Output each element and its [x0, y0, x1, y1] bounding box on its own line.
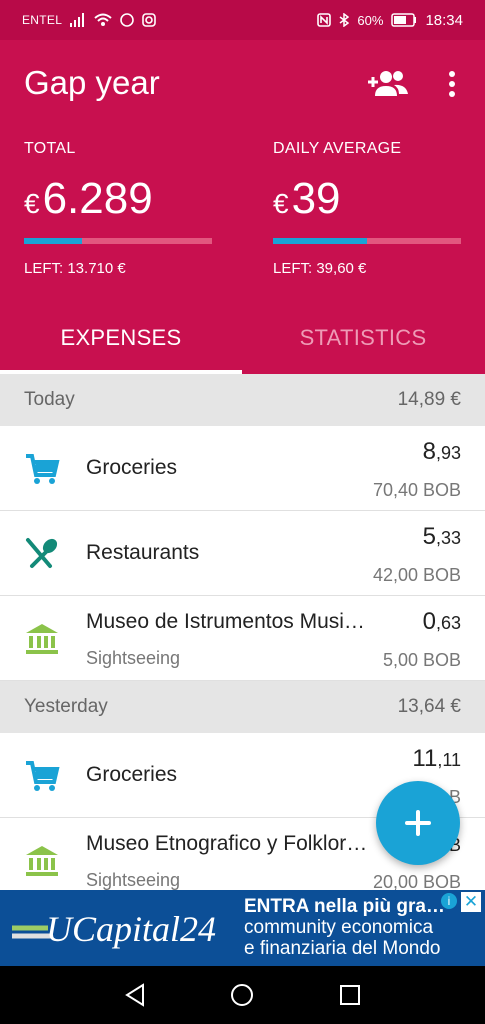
expense-row[interactable]: Restaurants 5,33 42,00 BOB: [0, 511, 485, 596]
plus-icon: [405, 810, 431, 836]
amount-cents: ,33: [435, 528, 461, 548]
daily-currency: €: [273, 188, 289, 219]
tab-statistics-label: STATISTICS: [299, 325, 427, 350]
ad-banner[interactable]: UCapital24 ENTRA nella più gra… communit…: [0, 890, 485, 966]
amount-int: 0: [422, 608, 436, 635]
total-left: LEFT: 13.710 €: [24, 260, 126, 277]
status-bar: ENTEL 60% 18:34: [0, 0, 485, 40]
daily-left: LEFT: 39,60 €: [273, 260, 367, 277]
instagram-icon: [142, 13, 156, 27]
expense-name: Museo de Istrumentos Musi…: [86, 610, 365, 633]
cart-icon: [26, 761, 60, 791]
carrier-label: ENTEL: [22, 13, 63, 27]
day-label: Today: [24, 389, 75, 410]
total-stat: TOTAL € 6.289 LEFT: 13.710 €: [24, 140, 212, 277]
ad-line-2: community economica: [244, 917, 434, 938]
expense-row[interactable]: Groceries 8,93 70,40 BOB: [0, 426, 485, 511]
expense-name: Restaurants: [86, 541, 200, 564]
day-total: 13,64 €: [397, 696, 461, 717]
expense-name: Groceries: [86, 763, 178, 786]
system-nav-bar: [0, 966, 485, 1024]
back-icon[interactable]: [121, 981, 149, 1009]
daily-progress-bar: [273, 238, 461, 244]
ad-logo: UCapital24: [46, 909, 217, 949]
total-progress-bar: [24, 238, 212, 244]
ad-text: ENTRA nella più gra… community economica…: [244, 896, 445, 959]
amount-int: 11: [412, 745, 438, 772]
tab-bar: EXPENSES STATISTICS: [0, 310, 485, 374]
amount-cents: ,11: [437, 750, 461, 770]
expense-category: Sightseeing: [86, 648, 181, 668]
total-label: TOTAL: [24, 140, 76, 157]
day-label: Yesterday: [24, 696, 108, 717]
daily-value: 39: [291, 174, 341, 223]
ad-info-icon[interactable]: i: [441, 893, 457, 909]
amount-int: 8: [422, 438, 436, 465]
signal-icon: [70, 13, 85, 27]
expense-category: Sightseeing: [86, 870, 181, 890]
nfc-icon: [317, 13, 332, 27]
home-icon[interactable]: [228, 981, 256, 1009]
expense-amount: 5,33: [423, 523, 461, 551]
expense-amount: 11,11: [412, 745, 461, 773]
add-expense-button[interactable]: [376, 781, 460, 865]
tab-expenses[interactable]: EXPENSES: [0, 310, 242, 374]
original-amount: 5,00 BOB: [382, 650, 461, 670]
day-header-yesterday: Yesterday 13,64 €: [0, 681, 485, 733]
amount-int: 5: [422, 523, 436, 550]
battery-icon: [391, 13, 417, 27]
original-amount: 42,00 BOB: [372, 565, 461, 585]
original-amount: 70,40 BOB: [372, 480, 461, 500]
ad-line-3: e finanziaria del Mondo: [244, 938, 441, 959]
amount-cents: ,93: [435, 443, 461, 463]
battery-percent: 60%: [357, 12, 384, 28]
museum-icon: [26, 624, 58, 654]
wifi-icon: [94, 13, 112, 26]
total-progress-fill: [24, 238, 83, 244]
day-total: 14,89 €: [397, 389, 461, 410]
recents-icon[interactable]: [336, 981, 364, 1009]
ad-close-icon[interactable]: ✕: [461, 892, 481, 912]
amount-cents: ,63: [435, 613, 461, 633]
day-header-today: Today 14,89 €: [0, 374, 485, 426]
expense-row[interactable]: Museo de Istrumentos Musi… Sightseeing 0…: [0, 596, 485, 681]
fork-spoon-icon: [26, 538, 58, 568]
expense-amount: 8,93: [423, 438, 461, 466]
daily-average-stat: DAILY AVERAGE € 39 LEFT: 39,60 €: [273, 140, 461, 277]
daily-progress-fill: [273, 238, 367, 244]
tab-expenses-label: EXPENSES: [60, 325, 182, 350]
cart-icon: [26, 454, 60, 484]
expense-name: Museo Etnografico y Folklor…: [86, 832, 368, 855]
tab-statistics[interactable]: STATISTICS: [242, 310, 484, 374]
more-options-icon[interactable]: [440, 68, 464, 100]
trip-title: Gap year: [24, 64, 160, 101]
header: Gap year TOTAL € 6.289 LEFT: 13.710 € DA…: [0, 40, 485, 374]
daily-average-label: DAILY AVERAGE: [273, 140, 402, 157]
expense-amount: 0,63: [423, 608, 461, 636]
ad-line-1: ENTRA nella più gra…: [244, 896, 445, 917]
bluetooth-icon: [339, 13, 350, 27]
expense-name: Groceries: [86, 456, 178, 479]
add-person-icon[interactable]: [366, 66, 410, 102]
whatsapp-icon: [120, 13, 134, 27]
museum-icon: [26, 846, 58, 876]
total-currency: €: [24, 188, 40, 219]
total-value: 6.289: [42, 174, 153, 223]
clock: 18:34: [425, 11, 463, 29]
